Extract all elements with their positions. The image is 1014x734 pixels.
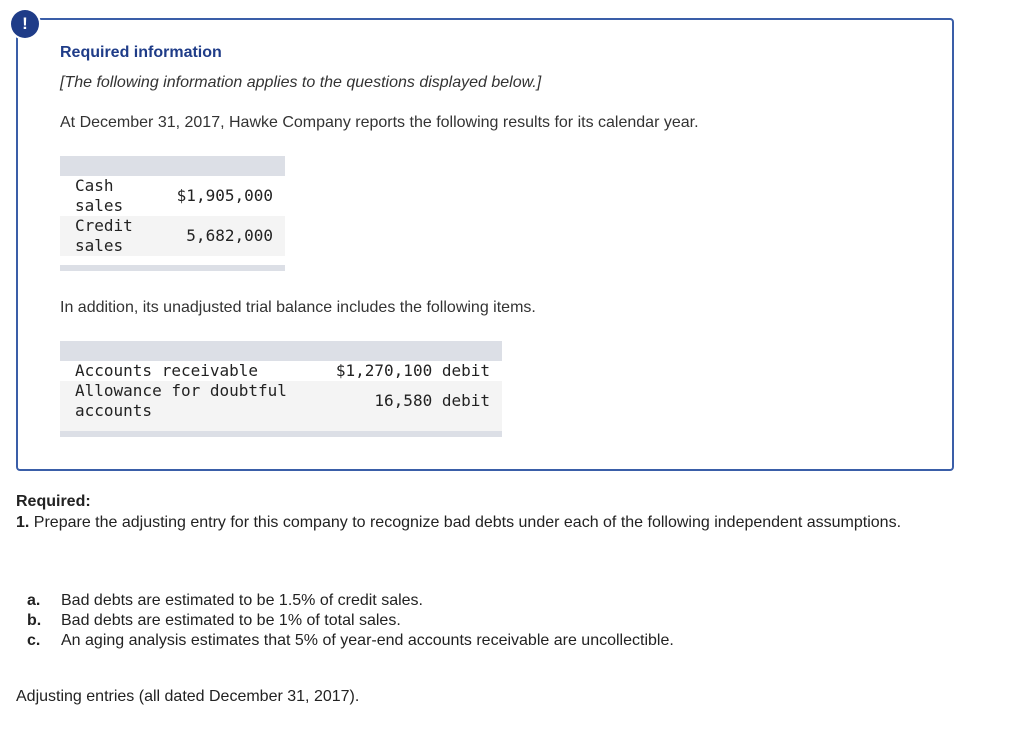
table-footer-bar — [60, 265, 285, 271]
assumption-text: Bad debts are estimated to be 1% of tota… — [61, 612, 401, 629]
accounts-receivable-value: $1,270,100 debit — [335, 361, 490, 380]
adjusting-entries-label: Adjusting entries (all dated December 31… — [16, 688, 360, 705]
cash-sales-value: $1,905,000 — [176, 186, 273, 205]
accounts-receivable-label: Accounts receivable — [75, 361, 259, 380]
list-item: c. An aging analysis estimates that 5% o… — [27, 631, 674, 651]
addition-text: In addition, its unadjusted trial balanc… — [60, 299, 536, 316]
table-row: Credit sales 5,682,000 — [60, 216, 285, 256]
assumption-text: Bad debts are estimated to be 1.5% of cr… — [61, 592, 423, 609]
alert-icon: ! — [11, 10, 39, 38]
cash-sales-label: Cash sales — [75, 176, 124, 215]
table-row: Cash sales $1,905,000 — [60, 176, 285, 216]
info-note: [The following information applies to th… — [60, 74, 542, 91]
credit-sales-label: Credit sales — [75, 216, 143, 255]
allowance-label: Allowance for doubtful accounts — [75, 381, 297, 420]
assumption-letter: c. — [27, 632, 41, 649]
required-item: 1. Prepare the adjusting entry for this … — [16, 513, 916, 533]
required-heading: Required: — [16, 493, 91, 510]
assumption-letter: a. — [27, 592, 41, 609]
table-row: Accounts receivable $1,270,100 debit — [60, 361, 502, 381]
table-header-bar — [60, 156, 285, 176]
credit-sales-value: 5,682,000 — [186, 226, 273, 245]
trial-balance-table: Accounts receivable $1,270,100 debit All… — [60, 341, 502, 437]
assumption-text: An aging analysis estimates that 5% of y… — [61, 632, 674, 649]
intro-text: At December 31, 2017, Hawke Company repo… — [60, 114, 699, 131]
required-item-number: 1. — [16, 514, 30, 531]
table-row: Allowance for doubtful accounts 16,580 d… — [60, 381, 502, 431]
list-item: b. Bad debts are estimated to be 1% of t… — [27, 611, 674, 631]
table-header-bar — [60, 341, 502, 361]
assumptions-list: a. Bad debts are estimated to be 1.5% of… — [27, 591, 674, 651]
table-footer-bar — [60, 431, 502, 437]
allowance-value: 16,580 debit — [374, 391, 490, 410]
list-item: a. Bad debts are estimated to be 1.5% of… — [27, 591, 674, 611]
sales-table: Cash sales $1,905,000 Credit sales 5,682… — [60, 156, 285, 271]
required-item-text: Prepare the adjusting entry for this com… — [33, 514, 902, 531]
info-title: Required information — [60, 44, 222, 61]
assumption-letter: b. — [27, 612, 42, 629]
